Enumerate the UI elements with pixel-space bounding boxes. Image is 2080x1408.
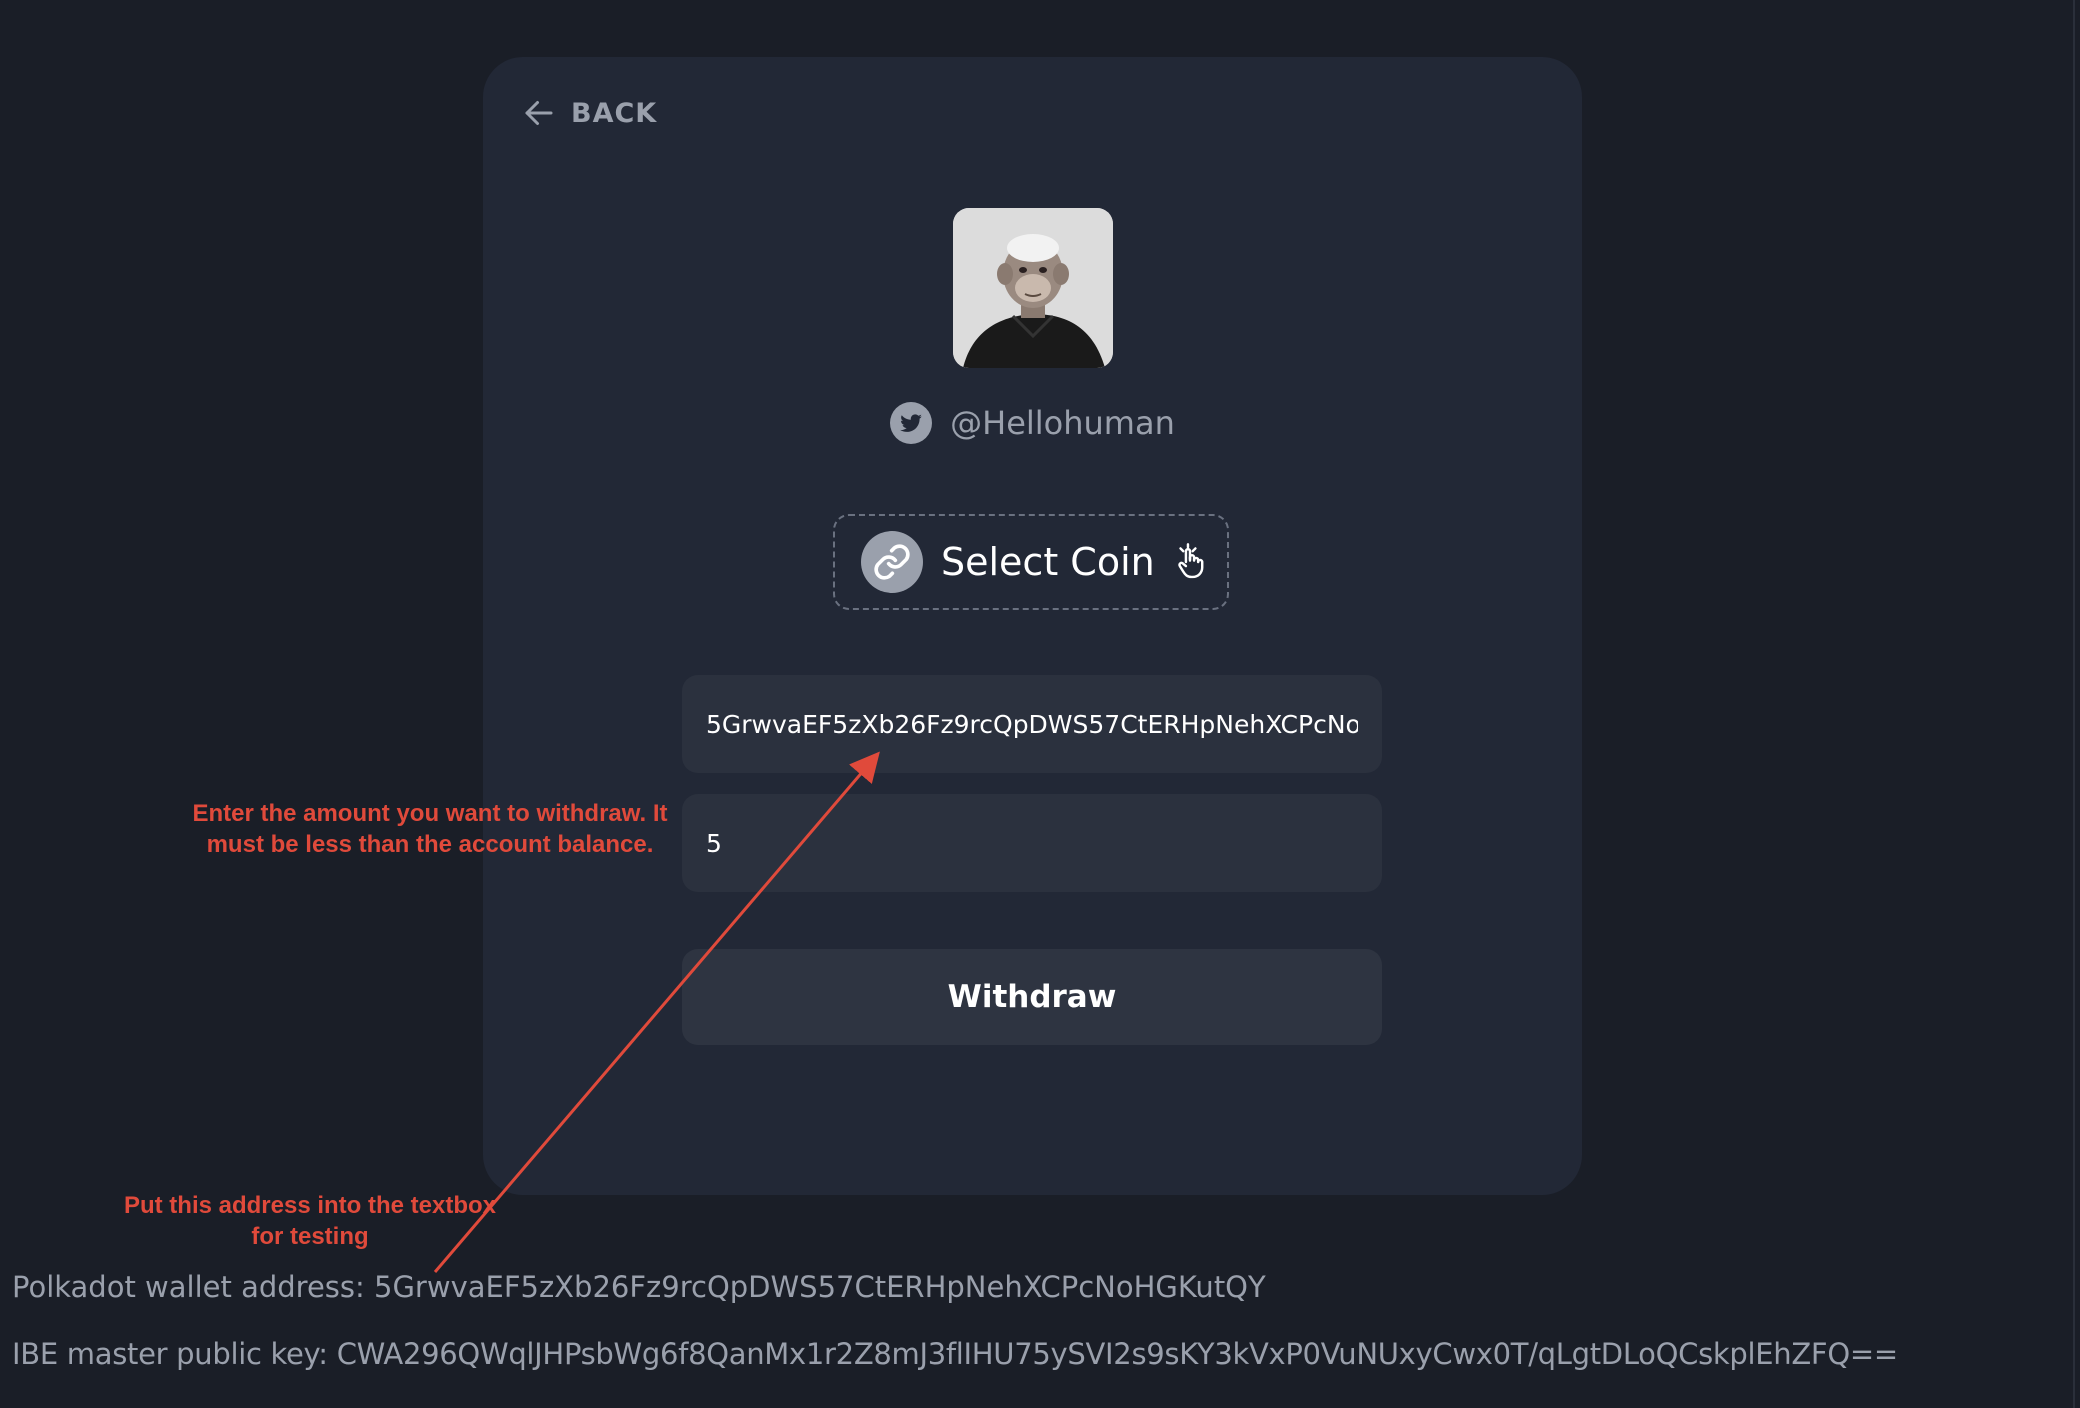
amount-annotation: Enter the amount you want to withdraw. I… <box>192 800 668 858</box>
amount-input[interactable] <box>682 794 1382 892</box>
twitter-icon <box>890 402 933 444</box>
link-icon <box>861 531 923 593</box>
back-label: BACK <box>571 97 658 129</box>
ape-avatar-image <box>953 208 1113 368</box>
withdraw-card: BACK @Hellohuman Select Coin 5GrwvaEF5zX… <box>483 57 1582 1195</box>
hand-pointer-icon <box>1173 543 1207 581</box>
arrow-left-icon <box>525 101 553 125</box>
select-coin-label: Select Coin <box>941 540 1155 584</box>
avatar <box>953 208 1113 368</box>
window-edge <box>2073 0 2075 1408</box>
wallet-address-input[interactable] <box>682 675 1382 773</box>
twitter-handle: @Hellohuman <box>950 404 1175 442</box>
master-public-key-info: IBE master public key: CWA296QWqlJHPsbWg… <box>12 1337 1898 1371</box>
select-coin-button[interactable]: Select Coin <box>833 514 1229 610</box>
back-button[interactable]: BACK <box>521 95 657 131</box>
address-annotation: Put this address into the textbox for te… <box>123 1192 497 1250</box>
profile-handle-row: @Hellohuman <box>483 402 1582 444</box>
wallet-address-info: Polkadot wallet address: 5GrwvaEF5zXb26F… <box>12 1270 1266 1304</box>
withdraw-button[interactable]: Withdraw <box>682 949 1382 1045</box>
